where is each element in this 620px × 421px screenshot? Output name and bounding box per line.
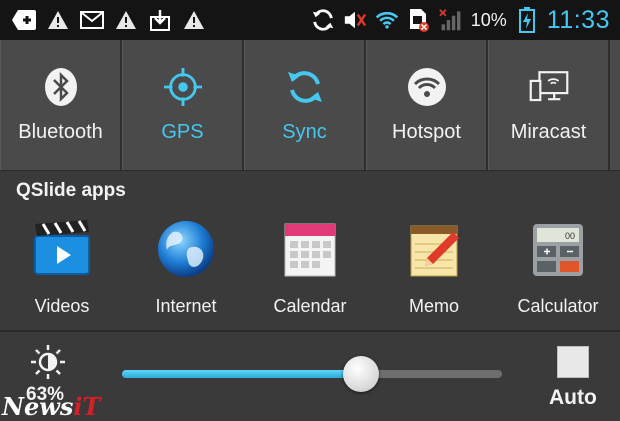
app-label: Internet	[155, 296, 217, 316]
warning-icon	[182, 8, 206, 32]
toggle-label: Bluetooth	[18, 120, 103, 143]
toggle-label: Hotspot	[392, 120, 461, 143]
add-icon	[12, 8, 36, 32]
sync-icon	[285, 67, 325, 107]
toggle-label: Sync	[282, 120, 327, 143]
app-internet[interactable]: Internet	[124, 214, 248, 328]
bluetooth-icon	[41, 67, 81, 107]
memo-icon	[403, 218, 465, 280]
status-bar: 10% 11:33	[0, 0, 620, 40]
no-signal-icon	[439, 8, 463, 32]
system-icons: 10% 11:33	[311, 6, 620, 35]
news-it-watermark: NewsiT	[2, 392, 100, 421]
toggle-sync[interactable]: Sync	[244, 40, 366, 170]
warning-icon	[114, 8, 138, 32]
videos-icon	[31, 218, 93, 280]
app-calendar[interactable]: Calendar	[248, 214, 372, 328]
app-label: Calculator	[517, 296, 599, 316]
qslide-title: QSlide apps	[16, 180, 126, 201]
app-label: Calendar	[273, 296, 347, 316]
toggle-miracast[interactable]: Miracast	[488, 40, 610, 170]
toggle-hotspot[interactable]: Hotspot	[366, 40, 488, 170]
sim-error-icon	[407, 8, 431, 32]
notification-icons	[0, 8, 206, 32]
hotspot-icon	[407, 67, 447, 107]
brightness-icon	[30, 344, 66, 380]
battery-percent: 10%	[470, 9, 507, 30]
download-icon	[148, 8, 172, 32]
clock: 11:33	[546, 5, 610, 34]
gmail-icon	[80, 8, 104, 32]
svg-text:00: 00	[565, 231, 575, 241]
toggle-label: Miracast	[510, 120, 587, 143]
mute-icon	[343, 8, 367, 32]
toggle-label: GPS	[161, 120, 204, 143]
watermark-text: News	[2, 392, 74, 421]
calculator-icon: 00	[527, 218, 589, 280]
brightness-slider-thumb[interactable]	[343, 356, 380, 392]
app-memo[interactable]: Memo	[372, 214, 496, 328]
app-label: Memo	[408, 296, 459, 316]
app-label: Videos	[34, 296, 90, 316]
internet-icon	[155, 218, 217, 280]
quick-settings: Bluetooth GPS Sync Hotspot Miracast	[0, 40, 620, 171]
warning-icon	[46, 8, 70, 32]
watermark-suffix: iT	[73, 392, 101, 421]
app-calculator[interactable]: 00 Calculator	[496, 214, 620, 328]
qslide-apps: Videos Internet Calendar Memo 00 Calcula…	[0, 214, 620, 328]
toggle-gps[interactable]: GPS	[122, 40, 244, 170]
sync-status-icon	[311, 8, 335, 32]
toggle-bluetooth[interactable]: Bluetooth	[0, 40, 122, 170]
app-videos[interactable]: Videos	[0, 214, 124, 328]
auto-brightness-label: Auto	[549, 386, 597, 409]
wifi-icon	[375, 8, 399, 32]
battery-charging-icon	[515, 7, 539, 33]
brightness-slider[interactable]	[122, 370, 502, 378]
miracast-icon	[529, 67, 569, 107]
auto-brightness-checkbox[interactable]	[557, 346, 589, 378]
gps-icon	[163, 67, 203, 107]
brightness-slider-fill	[122, 370, 362, 378]
calendar-icon	[279, 218, 341, 280]
